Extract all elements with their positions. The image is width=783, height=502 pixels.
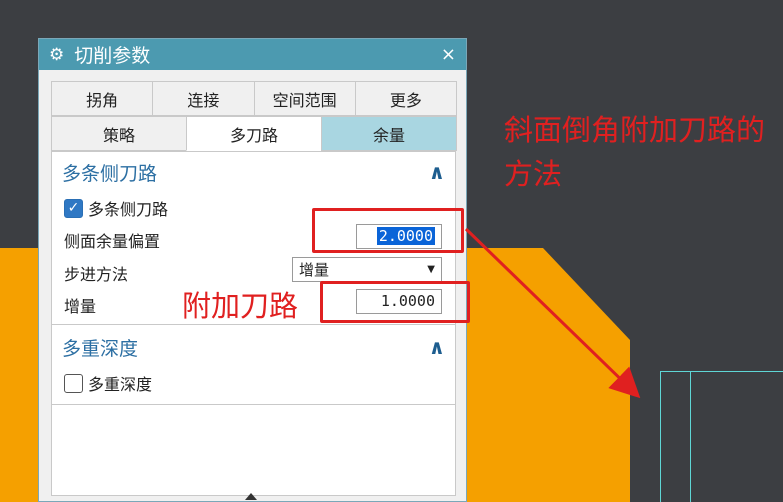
annotation-arrow bbox=[464, 227, 641, 399]
